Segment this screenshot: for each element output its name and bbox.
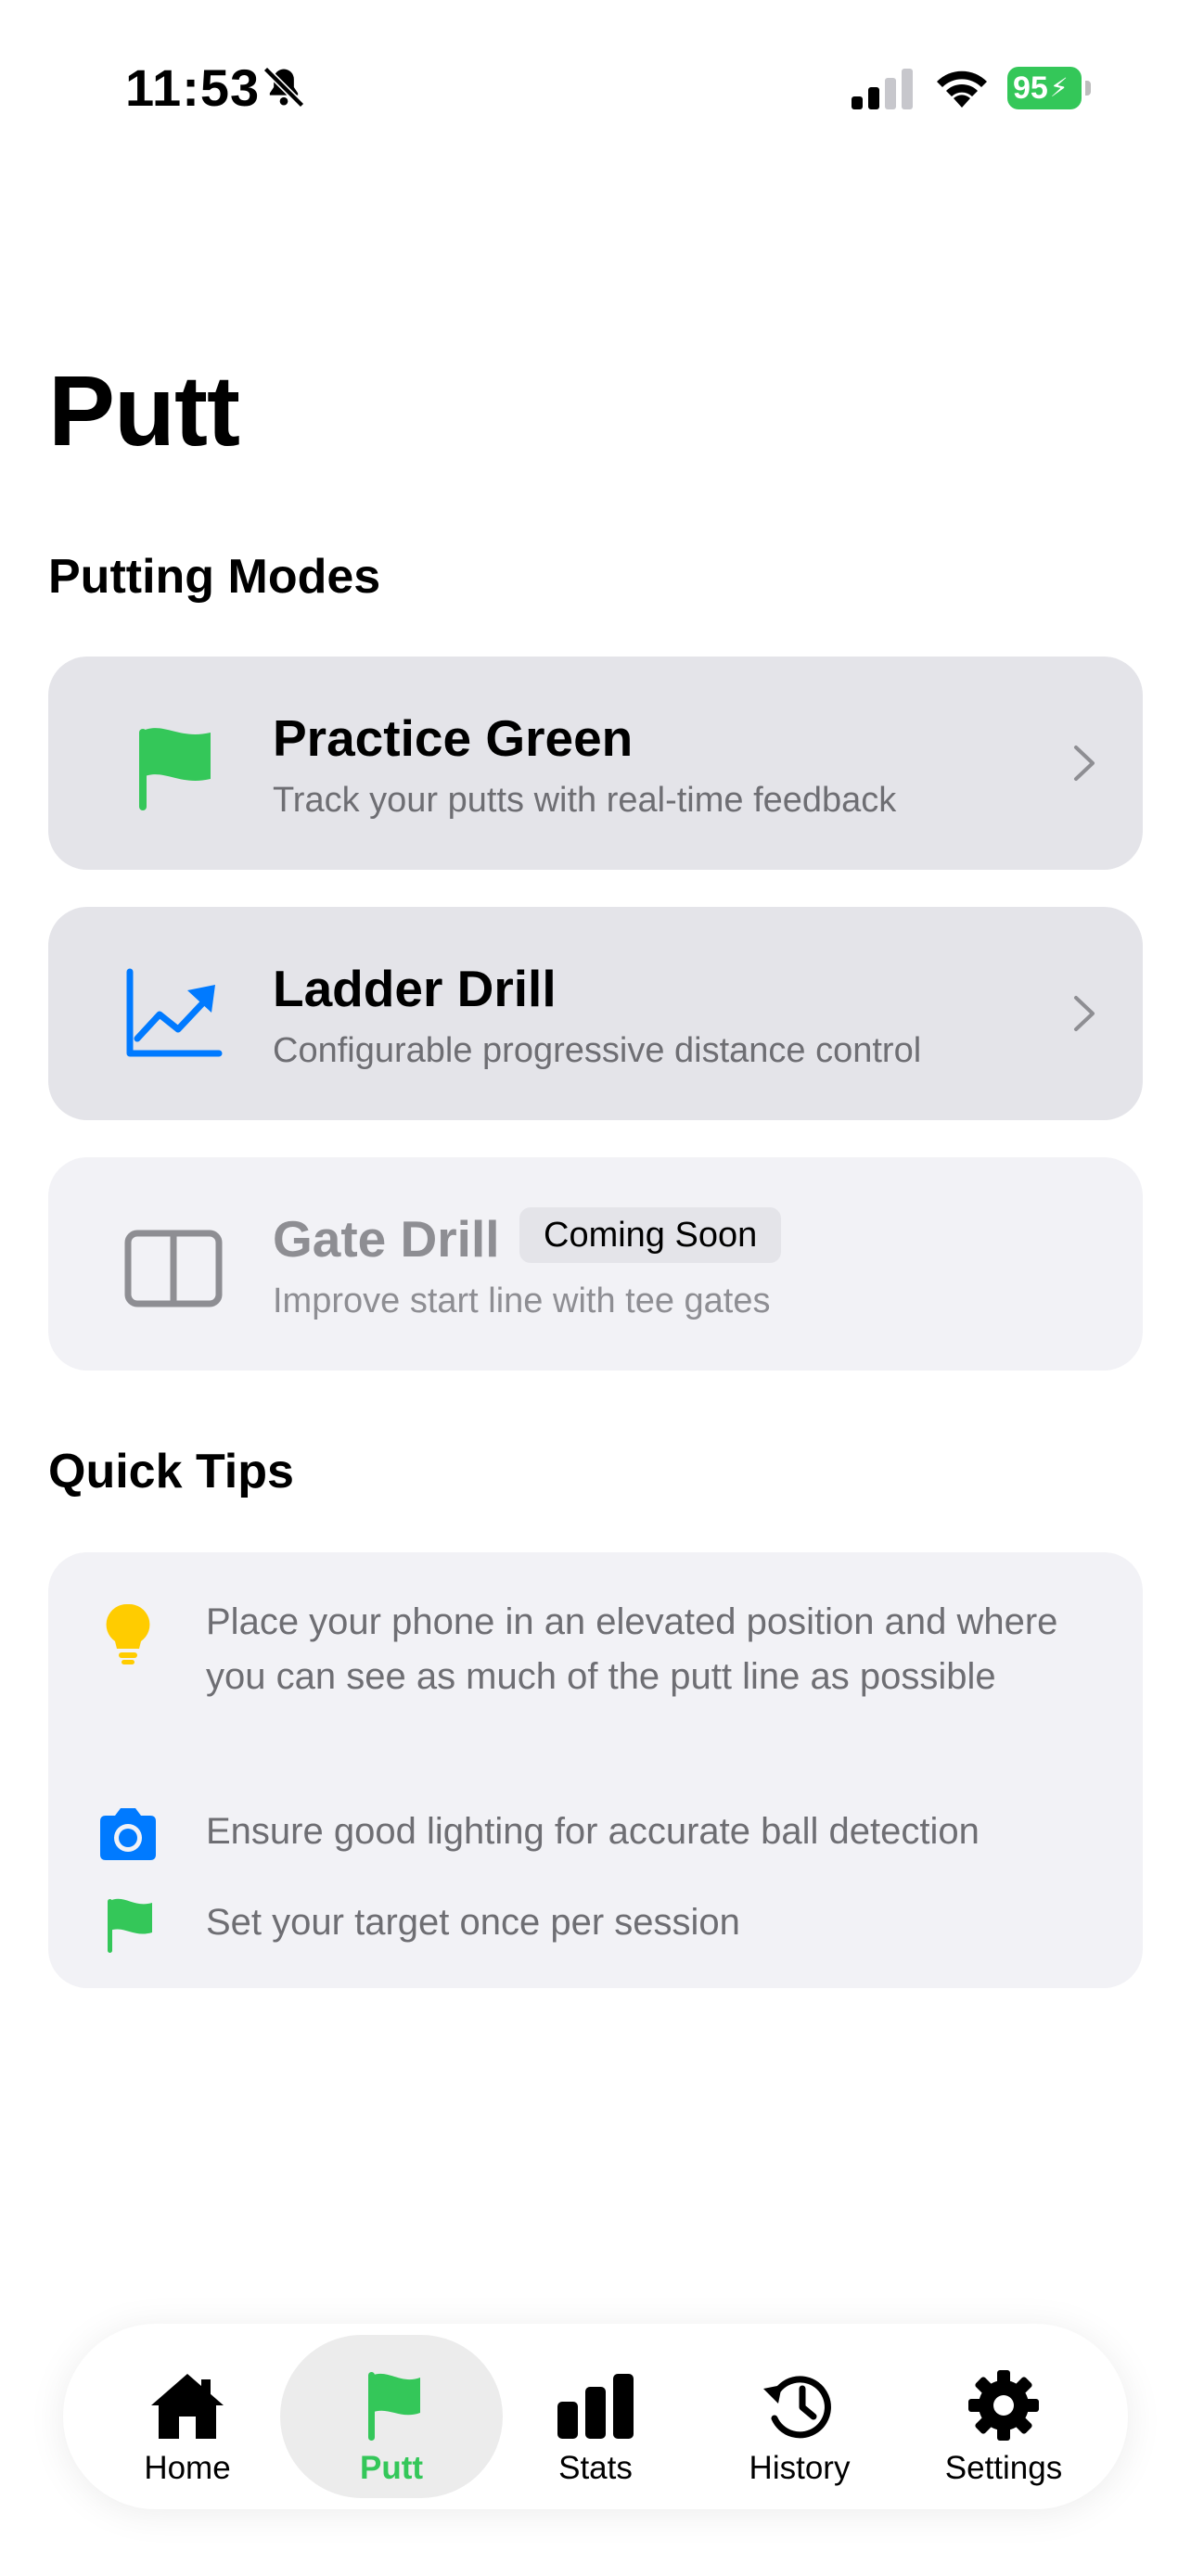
tab-bar: Home Putt Stats History Settings bbox=[63, 2324, 1128, 2509]
tab-label: History bbox=[749, 2450, 851, 2486]
tab-stats[interactable]: Stats bbox=[484, 2335, 707, 2498]
camera-icon bbox=[100, 1808, 156, 1860]
flag-icon bbox=[108, 1898, 152, 1953]
mode-subtitle: Improve start line with tee gates bbox=[273, 1282, 771, 1320]
section-title-quick-tips: Quick Tips bbox=[48, 1445, 294, 1498]
flag-icon bbox=[368, 2372, 420, 2441]
tab-history[interactable]: History bbox=[688, 2335, 911, 2498]
mode-card-practice-green[interactable]: Practice Green Track your putts with rea… bbox=[48, 657, 1143, 870]
mode-title: Ladder Drill bbox=[273, 960, 557, 1017]
battery-indicator: 95 ⚡ bbox=[1007, 67, 1091, 109]
tip-text: Set your target once per session bbox=[206, 1902, 740, 1943]
tab-settings[interactable]: Settings bbox=[892, 2335, 1115, 2498]
mode-subtitle: Configurable progressive distance contro… bbox=[273, 1031, 922, 1070]
charging-bolt-icon: ⚡ bbox=[1049, 73, 1069, 102]
gear-icon bbox=[968, 2370, 1039, 2441]
rectangle-split-icon bbox=[124, 1230, 223, 1307]
quick-tips-card: Place your phone in an elevated position… bbox=[48, 1552, 1143, 1988]
mode-title: Practice Green bbox=[273, 709, 634, 767]
tab-label: Stats bbox=[558, 2450, 633, 2486]
house-icon bbox=[151, 2374, 224, 2439]
lightbulb-icon bbox=[106, 1603, 150, 1664]
cellular-signal-icon bbox=[852, 69, 913, 109]
bell-slash-icon bbox=[263, 66, 305, 108]
battery-cap bbox=[1085, 81, 1091, 96]
section-title-putting-modes: Putting Modes bbox=[48, 550, 381, 604]
coming-soon-badge: Coming Soon bbox=[519, 1207, 782, 1263]
status-bar: 11:53 95 ⚡ bbox=[0, 0, 1191, 176]
mode-title: Gate Drill bbox=[273, 1210, 500, 1268]
tab-label: Home bbox=[144, 2450, 231, 2486]
battery-level: 95 ⚡ bbox=[1007, 67, 1082, 109]
bar-chart-icon bbox=[557, 2374, 634, 2439]
chevron-right-icon bbox=[1074, 746, 1095, 781]
flag-icon bbox=[139, 728, 211, 810]
tip-text: Ensure good lighting for accurate ball d… bbox=[206, 1811, 980, 1852]
chevron-right-icon bbox=[1074, 996, 1095, 1031]
page-title: Putt bbox=[48, 354, 240, 466]
clock-history-icon bbox=[763, 2376, 831, 2439]
mode-card-gate-drill: Gate Drill Coming Soon Improve start lin… bbox=[48, 1157, 1143, 1371]
tip-text: Place your phone in an elevated position… bbox=[206, 1601, 1058, 1697]
tab-label: Putt bbox=[359, 2450, 424, 2486]
battery-percent: 95 bbox=[1013, 70, 1048, 106]
tab-putt[interactable]: Putt bbox=[280, 2335, 503, 2498]
chart-line-uptrend-icon bbox=[126, 968, 223, 1057]
status-time: 11:53 bbox=[125, 58, 261, 117]
tab-label: Settings bbox=[944, 2450, 1063, 2486]
mode-subtitle: Track your putts with real-time feedback bbox=[273, 781, 897, 820]
wifi-icon bbox=[937, 70, 987, 108]
mode-card-ladder-drill[interactable]: Ladder Drill Configurable progressive di… bbox=[48, 907, 1143, 1120]
tab-home[interactable]: Home bbox=[76, 2335, 299, 2498]
